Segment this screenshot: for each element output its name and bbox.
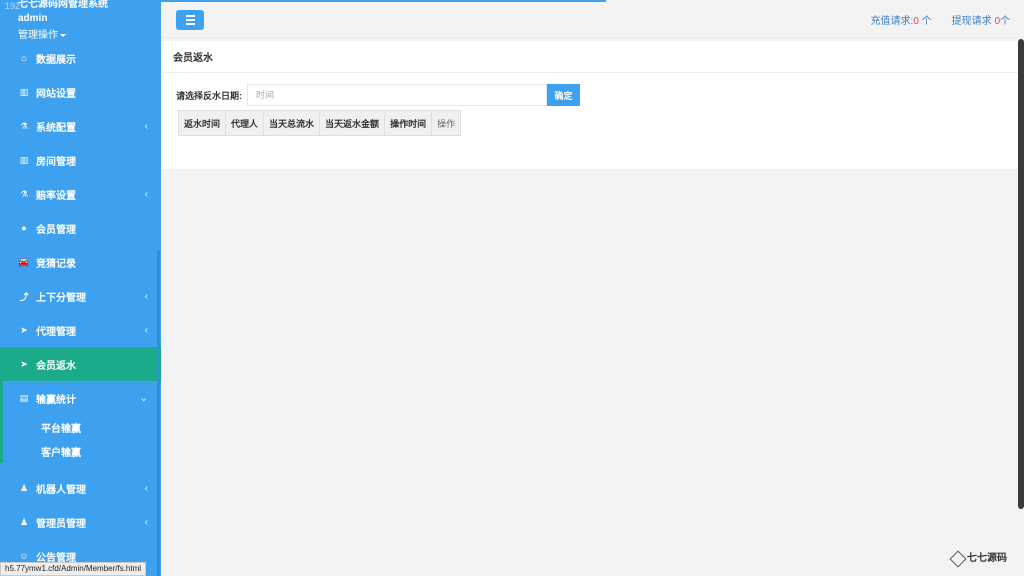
level-up-icon: ⤴ bbox=[19, 291, 29, 302]
rebate-table: 返水时间 代理人 当天总流水 当天返水金额 操作时间 操作 bbox=[177, 110, 462, 136]
sidebar-item-label: 会员管理 bbox=[36, 224, 76, 236]
ops-dropdown[interactable]: 管理操作 bbox=[18, 26, 66, 41]
chevron-down-icon: ⌄ bbox=[139, 392, 148, 404]
hamburger-icon-line bbox=[185, 23, 195, 25]
withdraw-label: 提现请求 bbox=[951, 16, 995, 27]
system-title: 七七源码网管理系统 bbox=[18, 0, 108, 10]
column-header: 当天返水金额 bbox=[319, 110, 386, 136]
columns-icon: ▥ bbox=[19, 86, 29, 97]
date-label: 请选择反水日期: bbox=[176, 90, 242, 101]
sidebar-item-stats[interactable]: ▤ 输赢统计 ⌄ bbox=[3, 381, 161, 415]
flask-icon: ⚗ bbox=[19, 188, 29, 199]
table-header-row: 返水时间 代理人 当天总流水 当天返水金额 操作时间 操作 bbox=[177, 110, 462, 136]
male-icon: ♟ bbox=[19, 482, 29, 493]
topbar: 充值请求:0 个 提现请求 0个 bbox=[161, 0, 1024, 38]
brand-logo: 七七源码 bbox=[949, 548, 1008, 570]
sidebar-item-site-settings[interactable]: ▥ 网站设置 bbox=[0, 75, 161, 109]
sidebar-item-system-config[interactable]: ⚗ 系统配置 ‹ bbox=[0, 109, 161, 143]
content-panel: 会员返水 请选择反水日期: 确定 返水时间 代理人 当天总流水 当天返水金额 操… bbox=[162, 41, 1018, 169]
comment-icon: ☺ bbox=[19, 551, 29, 561]
chevron-left-icon: ‹ bbox=[144, 120, 148, 132]
column-header: 返水时间 bbox=[177, 110, 227, 136]
sidebar-item-credit[interactable]: ⤴ 上下分管理 ‹ bbox=[0, 279, 161, 313]
sidebar-item-label: 竞猜记录 bbox=[36, 258, 76, 270]
sidebar-item-label: 房间管理 bbox=[36, 156, 76, 168]
recharge-request-link[interactable]: 充值请求:0 个 bbox=[871, 12, 932, 27]
paper-plane-icon: ➤ bbox=[20, 358, 28, 369]
sidebar-item-rebate[interactable]: ➤ 会员返水 bbox=[0, 347, 161, 381]
column-header: 代理人 bbox=[225, 110, 265, 136]
user-name[interactable]: admin bbox=[18, 13, 47, 24]
car-icon: 🚘 bbox=[18, 256, 30, 267]
sidebar-menu: ⌂ 数据展示 ▥ 网站设置 ⚗ 系统配置 ‹ ▥ 房间管理 ⚗ 赔率设置 ‹ ● 会员管理 🚘 竞… bbox=[0, 41, 161, 573]
confirm-button[interactable]: 确定 bbox=[547, 84, 580, 106]
sidebar-item-bets[interactable]: 🚘 竞猜记录 bbox=[0, 245, 161, 279]
top-right-links: 充值请求:0 个 提现请求 0个 bbox=[871, 12, 1010, 27]
ops-label: 管理操作 bbox=[18, 30, 58, 41]
menu-spacer bbox=[0, 463, 161, 471]
recharge-unit: 个 bbox=[918, 16, 932, 27]
sidebar-item-label: 数据展示 bbox=[36, 54, 76, 66]
sidebar: 192 七七源码网管理系统 admin 管理操作 ⌂ 数据展示 ▥ 网站设置 ⚗ 系统… bbox=[0, 0, 161, 576]
sidebar-item-label: 网站设置 bbox=[36, 88, 76, 100]
sidebar-item-rooms[interactable]: ▥ 房间管理 bbox=[0, 143, 161, 177]
date-form: 请选择反水日期: 确定 bbox=[176, 84, 580, 106]
flask-icon: ⚗ bbox=[19, 120, 29, 131]
chevron-left-icon: ‹ bbox=[144, 290, 148, 302]
sidebar-item-dashboard[interactable]: ⌂ 数据展示 bbox=[0, 41, 161, 75]
sidebar-item-agents[interactable]: ➤ 代理管理 ‹ bbox=[0, 313, 161, 347]
chevron-left-icon: ‹ bbox=[144, 482, 148, 494]
sidebar-item-label: 代理管理 bbox=[36, 326, 76, 338]
sidebar-item-label: 上下分管理 bbox=[36, 292, 86, 304]
recharge-label: 充值请求: bbox=[870, 16, 914, 27]
date-input[interactable] bbox=[247, 84, 547, 106]
hamburger-icon-line bbox=[185, 19, 195, 21]
sidebar-item-odds[interactable]: ⚗ 赔率设置 ‹ bbox=[0, 177, 161, 211]
loading-progress-bar bbox=[161, 0, 606, 2]
submenu-stats: ▤ 输赢统计 ⌄ 平台输赢 客户输赢 bbox=[0, 381, 161, 463]
sidebar-item-admins[interactable]: ♟ 管理员管理 ‹ bbox=[0, 505, 161, 539]
sidebar-scrollbar[interactable] bbox=[157, 250, 160, 576]
page-scrollbar[interactable] bbox=[1018, 39, 1024, 509]
chevron-left-icon: ‹ bbox=[144, 516, 148, 528]
sidebar-subitem-customer[interactable]: 客户输赢 bbox=[3, 439, 161, 463]
columns-icon: ▥ bbox=[19, 154, 29, 165]
sidebar-item-robots[interactable]: ♟ 机器人管理 ‹ bbox=[0, 471, 161, 505]
page-title: 会员返水 bbox=[162, 41, 1018, 73]
withdraw-request-link[interactable]: 提现请求 0个 bbox=[952, 12, 1010, 27]
sidebar-item-label: 机器人管理 bbox=[36, 484, 86, 496]
caret-down-icon bbox=[60, 33, 66, 37]
paper-plane-icon: ➤ bbox=[20, 324, 28, 335]
hamburger-icon bbox=[185, 15, 195, 17]
male-icon: ♟ bbox=[19, 516, 29, 527]
home-icon: ⌂ bbox=[21, 53, 27, 63]
menu-toggle-button[interactable] bbox=[176, 10, 204, 30]
column-header: 当天总流水 bbox=[263, 110, 321, 136]
column-header: 操作时间 bbox=[384, 110, 433, 136]
sidebar-item-members[interactable]: ● 会员管理 bbox=[0, 211, 161, 245]
logo-mark-icon bbox=[949, 550, 967, 568]
chevron-left-icon: ‹ bbox=[144, 188, 148, 200]
sidebar-item-label: 管理员管理 bbox=[36, 518, 86, 530]
column-header: 操作 bbox=[431, 110, 462, 136]
sidebar-item-label: 会员返水 bbox=[36, 360, 76, 372]
logo-text: 七七源码 bbox=[967, 553, 1007, 564]
user-icon: ● bbox=[21, 223, 27, 233]
sidebar-item-label: 赔率设置 bbox=[36, 190, 76, 202]
bar-chart-icon: ▤ bbox=[19, 392, 29, 403]
withdraw-unit: 个 bbox=[1000, 16, 1010, 27]
sidebar-item-label: 系统配置 bbox=[36, 122, 76, 134]
sidebar-item-label: 输赢统计 bbox=[36, 394, 76, 406]
sidebar-subitem-platform[interactable]: 平台输赢 bbox=[3, 415, 161, 439]
status-url: h5.77ymw1.cfd/Admin/Member/fs.html bbox=[0, 562, 147, 576]
sidebar-header: 192 七七源码网管理系统 admin 管理操作 bbox=[0, 0, 161, 45]
chevron-left-icon: ‹ bbox=[144, 324, 148, 336]
